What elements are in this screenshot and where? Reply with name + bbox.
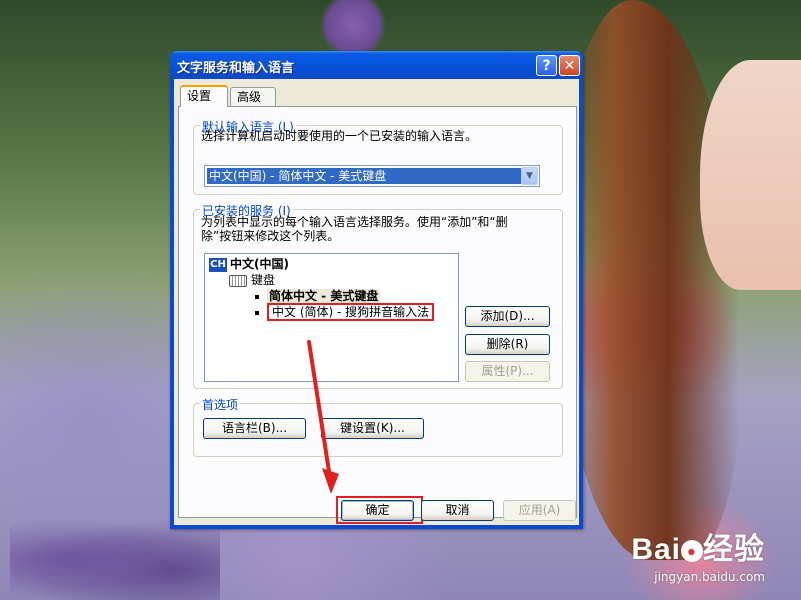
baidu-watermark: Bai ● 经验 jingyan.baidu.com <box>631 524 765 584</box>
watermark-logo-text: Bai <box>631 533 681 566</box>
watermark-logo: Bai ● 经验 <box>631 524 765 568</box>
paw-icon: ● <box>681 540 703 563</box>
watermark-url: jingyan.baidu.com <box>654 570 765 584</box>
tab-settings[interactable]: 设置 <box>180 85 228 107</box>
annotation-arrow <box>307 340 339 494</box>
watermark-logo-suffix: 经验 <box>703 533 765 566</box>
